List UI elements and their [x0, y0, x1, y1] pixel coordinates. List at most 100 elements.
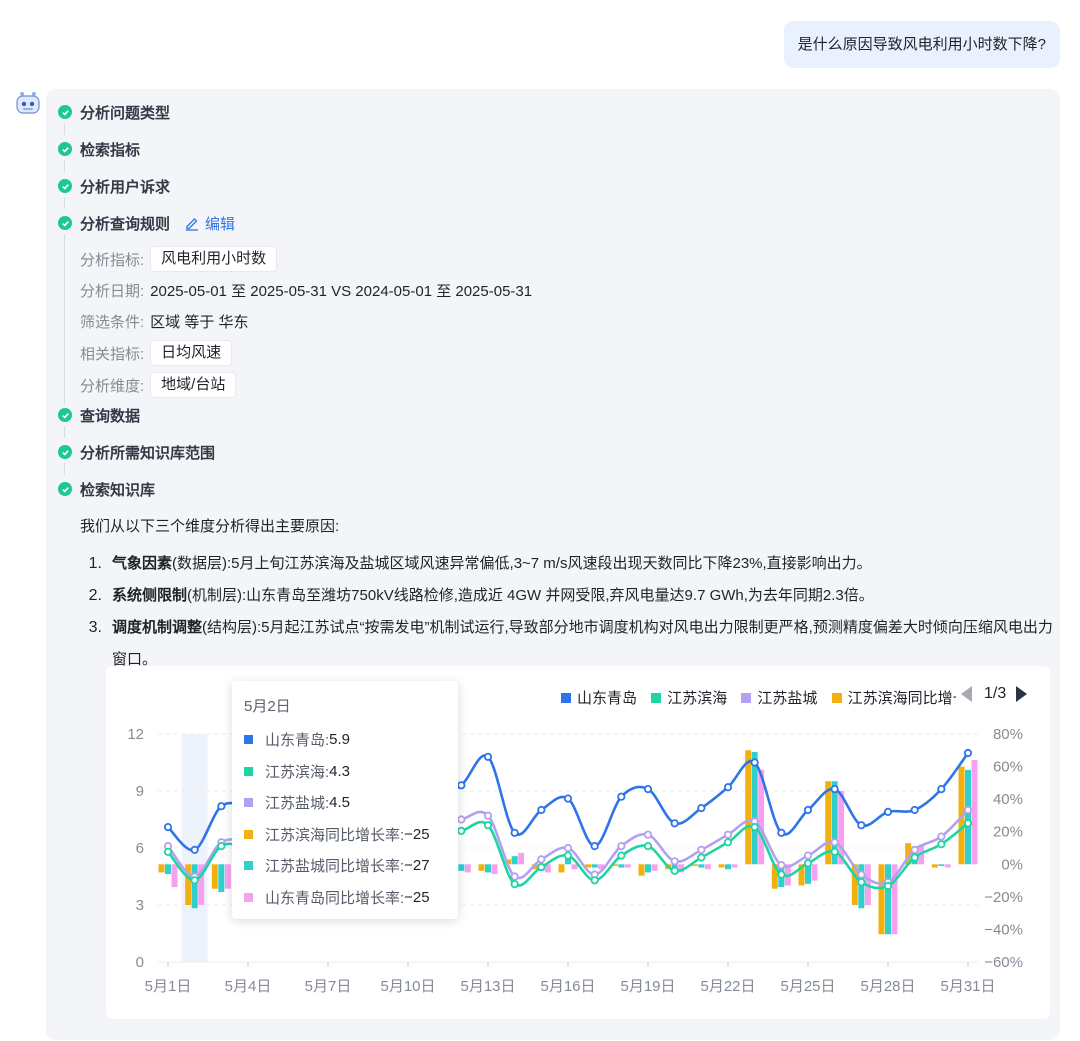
reason-number: 2. [88, 587, 102, 604]
series-point [910, 853, 919, 862]
reason-layer: (结构层) [202, 619, 258, 636]
reason-item: 1. 气象因素(数据层):5月上旬江苏滨海及盐城区域风速异常偏低,3~7 m/s… [80, 548, 1055, 580]
bar-2 [651, 864, 658, 871]
series-point [857, 821, 866, 830]
step-label: 查询数据 [80, 407, 141, 425]
x-tick-label: 5月4日 [225, 978, 272, 995]
series-point [510, 872, 519, 881]
rule-related: 相关指标: 日均风速 [80, 340, 233, 366]
bar-2 [571, 864, 578, 870]
rule-key: 分析日期: [80, 282, 145, 300]
legend-swatch [741, 692, 752, 703]
x-tick-label: 5月28日 [860, 978, 915, 995]
series-point [697, 845, 706, 854]
step-connector [64, 426, 65, 438]
legend-item[interactable]: 江苏滨海同比增长率 [831, 687, 956, 707]
series-point [910, 805, 919, 815]
legend-page-indicator: 1/3 [984, 685, 1007, 702]
bar-2 [624, 864, 631, 868]
legend-pager: 1/3 [961, 685, 1028, 703]
rule-key: 分析指标: [80, 251, 145, 269]
series-point [963, 748, 973, 758]
step-analyze-query-rules[interactable]: 分析查询规则 编辑 [58, 212, 235, 234]
user-question-bubble: 是什么原因导致风电利用小时数下降? [783, 21, 1060, 68]
series-point [963, 819, 973, 828]
legend-swatch [651, 692, 662, 703]
series-point [803, 859, 813, 868]
rule-metric-chip[interactable]: 风电利用小时数 [150, 246, 278, 272]
legend-label: 山东青岛 [577, 690, 638, 707]
series-point [457, 815, 466, 824]
rule-dimension-chip[interactable]: 地域/台站 [150, 372, 237, 398]
tooltip-title: 5月2日 [244, 698, 291, 715]
bar-1 [511, 856, 518, 865]
series-point [723, 838, 733, 847]
legend-item[interactable]: 山东青岛 [561, 687, 637, 707]
y-right-tick-label: 80% [993, 726, 1023, 743]
series-point [643, 830, 653, 839]
check-circle-icon [58, 105, 72, 119]
series-point [697, 853, 706, 862]
bar-2 [491, 864, 498, 875]
pencil-icon [186, 218, 199, 231]
edit-label: 编辑 [205, 215, 236, 233]
step-label: 分析用户诉求 [80, 178, 171, 196]
edit-rules-button[interactable]: 编辑 [184, 213, 235, 234]
legend-prev-page-icon[interactable] [961, 686, 972, 702]
x-tick-label: 5月22日 [700, 978, 755, 995]
legend-item[interactable]: 江苏滨海 [651, 687, 727, 707]
step-analyze-question-type[interactable]: 分析问题类型 [58, 101, 170, 123]
step-search-kb[interactable]: 检索知识库 [58, 478, 155, 500]
series-point [643, 785, 653, 794]
reason-item: 2. 系统侧限制(机制层):山东青岛至潍坊750kV线路检修,造成近 4GW 并… [80, 580, 1055, 612]
legend-item[interactable]: 江苏盐城 [741, 687, 817, 707]
series-point [883, 807, 893, 816]
step-analyze-kb-scope[interactable]: 分析所需知识库范围 [58, 441, 215, 463]
series-point [803, 805, 813, 815]
y-right-tick-label: 20% [993, 824, 1023, 841]
step-query-data[interactable]: 查询数据 [58, 404, 140, 426]
step-connector [64, 197, 65, 209]
tooltip-row: 江苏滨海: 4.3 [244, 756, 458, 788]
y-right-tick-label: −20% [984, 889, 1023, 906]
y-left-tick-label: 9 [136, 783, 144, 800]
bar-2 [731, 864, 738, 868]
reason-layer: (数据层) [172, 555, 228, 572]
series-point [563, 843, 573, 853]
summary-intro: 我们从以下三个维度分析得出主要原因: [80, 518, 340, 535]
bar-0 [158, 864, 165, 873]
step-retrieve-metrics[interactable]: 检索指标 [58, 138, 140, 160]
series-point [617, 851, 626, 860]
bar-1 [191, 864, 198, 909]
series-point [457, 826, 466, 835]
series-point [777, 861, 786, 870]
series-point [563, 794, 573, 803]
bar-1 [485, 864, 491, 873]
step-label: 检索指标 [80, 141, 141, 159]
reason-number: 3. [88, 619, 102, 636]
bar-1 [885, 864, 891, 935]
tooltip-swatch [244, 798, 253, 808]
series-point [163, 823, 173, 832]
series-point [590, 876, 599, 885]
series-point [590, 842, 599, 851]
bar-0 [558, 864, 565, 873]
step-label: 分析查询规则 [80, 215, 171, 233]
tooltip-row: 江苏滨海同比增长率: −25 [244, 819, 458, 851]
y-right-tick-label: 60% [993, 759, 1023, 776]
tooltip-swatch [244, 735, 253, 745]
rule-key: 筛选条件: [80, 313, 145, 331]
series-point [617, 842, 626, 851]
rule-key: 相关指标: [80, 345, 145, 363]
series-point [830, 785, 839, 794]
reasons-list: 1. 气象因素(数据层):5月上旬江苏滨海及盐城区域风速异常偏低,3~7 m/s… [80, 548, 1055, 676]
step-connector [64, 123, 65, 135]
tooltip-value: −27 [404, 857, 430, 875]
legend-swatch [831, 692, 842, 703]
rule-related-chip[interactable]: 日均风速 [150, 340, 233, 366]
series-point [830, 847, 839, 856]
check-circle-icon [58, 482, 72, 496]
step-analyze-user-request[interactable]: 分析用户诉求 [58, 175, 170, 197]
legend-next-page-icon[interactable] [1016, 686, 1028, 702]
series-point [537, 855, 546, 864]
